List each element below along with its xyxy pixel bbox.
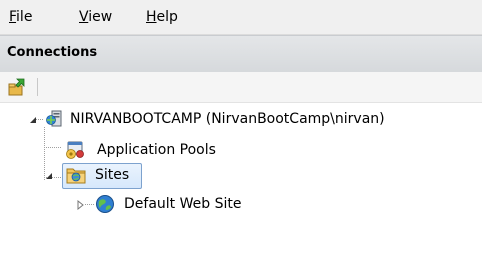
menu-view-mnemonic: V <box>79 9 89 25</box>
menu-view-label: iew <box>88 9 113 25</box>
application-pools-label: Application Pools <box>97 142 216 158</box>
menu-view[interactable]: View <box>79 8 112 26</box>
globe-icon <box>96 195 114 213</box>
server-label: NIRVANBOOTCAMP (NirvanBootCamp\nirvan) <box>70 111 385 127</box>
tree-node-server[interactable]: NIRVANBOOTCAMP (NirvanBootCamp\nirvan) <box>0 108 482 130</box>
panel-title: Connections <box>7 45 98 60</box>
server-icon <box>46 110 62 127</box>
application-pools-icon <box>66 141 84 159</box>
tree-node-sites[interactable]: Sites <box>0 164 482 186</box>
expanded-arrow-icon[interactable] <box>28 115 38 125</box>
menu-bar: File View Help <box>0 0 482 35</box>
tree-node-default-web-site[interactable]: Default Web Site <box>0 193 482 215</box>
sites-label: Sites <box>95 167 130 183</box>
menu-help-mnemonic: H <box>146 9 157 25</box>
connect-icon <box>8 78 25 96</box>
tree-node-application-pools[interactable]: Application Pools <box>0 139 482 161</box>
menu-file[interactable]: File <box>9 8 32 26</box>
menu-help[interactable]: Help <box>146 8 178 26</box>
menu-file-mnemonic: F <box>9 9 17 25</box>
connections-toolbar <box>0 72 482 103</box>
connections-tree: NIRVANBOOTCAMP (NirvanBootCamp\nirvan) A… <box>0 104 482 255</box>
sites-folder-icon <box>66 168 86 184</box>
menu-help-label: elp <box>156 9 178 25</box>
connections-header: Connections <box>0 35 482 73</box>
default-web-site-label: Default Web Site <box>124 196 242 212</box>
collapsed-arrow-icon[interactable] <box>76 200 86 210</box>
menu-file-label: ile <box>16 9 33 25</box>
expanded-arrow-icon[interactable] <box>44 171 54 181</box>
connect-button[interactable] <box>7 77 27 97</box>
toolbar-separator <box>37 78 38 96</box>
